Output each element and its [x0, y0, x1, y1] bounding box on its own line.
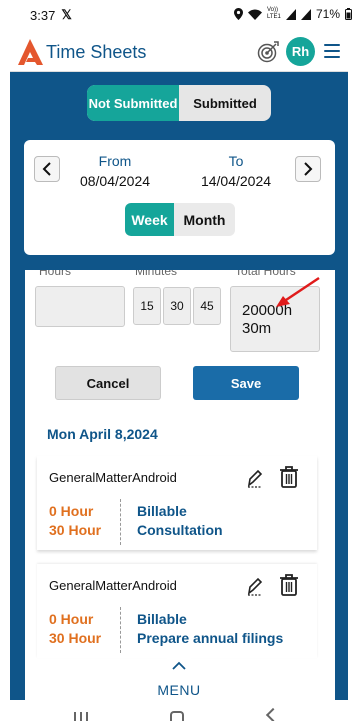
- back-icon[interactable]: [265, 707, 281, 721]
- minute-option-15[interactable]: 15: [133, 287, 161, 325]
- to-date[interactable]: 14/04/2024: [186, 173, 286, 189]
- timesheet-entry: GeneralMatterAndroid 0 Hour 30 Hour Bill…: [37, 456, 317, 550]
- day-title: Mon April 8,2024: [47, 426, 158, 442]
- x-app-icon: 𝕏: [61, 7, 72, 22]
- timesheet-content: Hours Minutes Total Hours 15 30 45 20000…: [25, 270, 335, 700]
- wifi-icon: [247, 9, 262, 20]
- minute-option-30[interactable]: 30: [163, 287, 191, 325]
- tab-not-submitted[interactable]: Not Submitted: [87, 85, 179, 121]
- minutes-label: Minutes: [135, 270, 178, 278]
- hours-label: Hours: [39, 270, 72, 278]
- entry-matter: GeneralMatterAndroid: [49, 470, 177, 485]
- entry-hours: 0 Hour: [49, 611, 94, 627]
- signal-icon-1: [285, 8, 296, 20]
- total-hours-line2: 30m: [242, 320, 272, 337]
- next-period-button[interactable]: [295, 156, 321, 182]
- chevron-right-icon: [304, 162, 313, 176]
- edit-pen-icon[interactable]: [246, 468, 264, 488]
- submission-status-toggle: Not Submitted Submitted: [87, 85, 271, 121]
- avatar[interactable]: Rh: [286, 37, 315, 66]
- target-icon[interactable]: [257, 41, 279, 63]
- annotation-arrow-icon: [276, 276, 320, 307]
- entry-activity: Consultation: [137, 522, 223, 538]
- status-bar: 3:37 𝕏 Vo)) LTE1 71%: [0, 0, 364, 32]
- entry-billable: Billable: [137, 611, 187, 627]
- period-toggle: Week Month: [125, 203, 235, 236]
- chevron-left-icon: [42, 162, 51, 176]
- system-nav-bar: [0, 700, 364, 721]
- edit-pen-icon[interactable]: [246, 576, 264, 596]
- hamburger-menu-icon[interactable]: [324, 44, 340, 58]
- status-right: Vo)) LTE1 71%: [233, 7, 352, 21]
- app-title: Time Sheets: [46, 42, 147, 62]
- save-button[interactable]: Save: [193, 366, 299, 400]
- menu-label: MENU: [157, 682, 201, 698]
- app-bar: Time Sheets Rh: [10, 32, 348, 72]
- chevron-up-icon: [172, 661, 186, 670]
- delete-trash-icon[interactable]: [280, 466, 298, 488]
- recents-icon[interactable]: [74, 712, 88, 721]
- entry-activity: Prepare annual filings: [137, 630, 284, 646]
- from-label: From: [98, 153, 132, 169]
- delete-trash-icon[interactable]: [280, 574, 298, 596]
- battery-icon: [345, 8, 352, 20]
- hours-input[interactable]: [35, 286, 125, 327]
- entry-matter: GeneralMatterAndroid: [49, 578, 177, 593]
- status-left: 3:37 𝕏: [30, 7, 72, 23]
- entry-divider: [120, 499, 121, 545]
- minute-option-45[interactable]: 45: [193, 287, 221, 325]
- tab-month[interactable]: Month: [174, 203, 235, 236]
- main-panel: Not Submitted Submitted From 08/04/2024 …: [10, 72, 348, 700]
- entry-billable: Billable: [137, 503, 187, 519]
- entry-minutes: 30 Hour: [49, 522, 102, 538]
- clock: 3:37: [30, 7, 56, 23]
- tab-week[interactable]: Week: [125, 203, 174, 236]
- timesheet-entry: GeneralMatterAndroid 0 Hour 30 Hour Bill…: [37, 564, 317, 658]
- to-label: To: [228, 153, 244, 169]
- previous-period-button[interactable]: [34, 156, 60, 182]
- location-icon: [233, 8, 243, 20]
- battery-percent: 71%: [315, 7, 340, 21]
- tab-submitted[interactable]: Submitted: [179, 85, 271, 121]
- date-range-card: From 08/04/2024 To 14/04/2024 Week Month: [24, 140, 335, 255]
- entry-minutes: 30 Hour: [49, 630, 102, 646]
- entry-divider: [120, 607, 121, 653]
- app-logo-icon: [18, 39, 43, 65]
- cancel-button[interactable]: Cancel: [55, 366, 161, 400]
- volte-indicator: Vo)) LTE1: [266, 7, 281, 20]
- from-date[interactable]: 08/04/2024: [65, 173, 165, 189]
- entry-hours: 0 Hour: [49, 503, 94, 519]
- signal-icon-2: [300, 8, 311, 20]
- home-icon[interactable]: [170, 711, 184, 721]
